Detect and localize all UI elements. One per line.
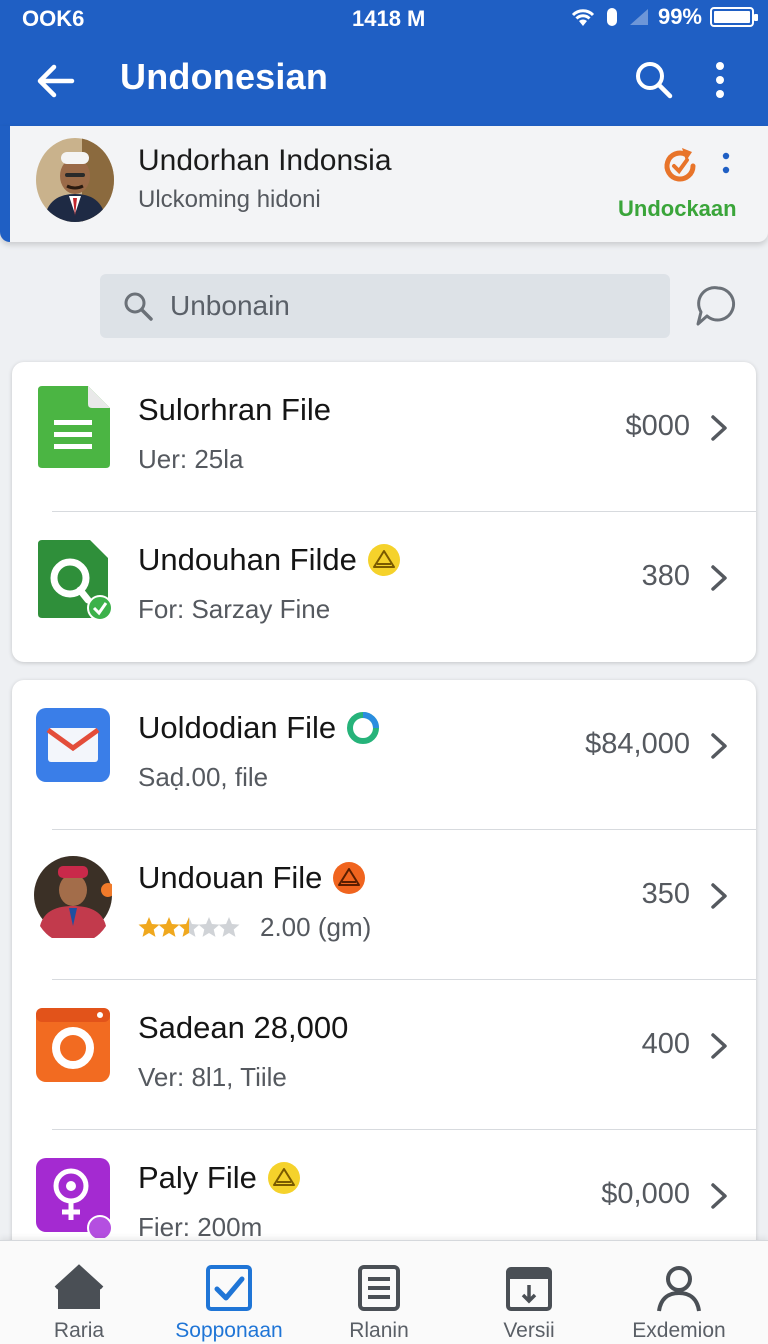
yellow-warning-badge-icon [267, 1162, 300, 1194]
item-subtitle: For: Sarzay Fine [138, 594, 331, 624]
item-title: Paly File [138, 1160, 301, 1196]
list-item[interactable]: Sulorhran File Uer: 25la $000 [12, 362, 756, 512]
vibrate-icon [606, 8, 617, 26]
list-item[interactable]: Uoldodian File Saḍ.00, file $84,000 [12, 680, 756, 830]
item-subtitle: Saḍ.00, file [138, 762, 269, 792]
mail-app-icon [36, 708, 110, 782]
item-subtitle: Ver: 8l1, Tiile [138, 1062, 287, 1092]
signal-icon [629, 9, 648, 25]
item-title: Uoldodian File [138, 710, 380, 746]
wifi-icon [571, 9, 595, 26]
yellow-warning-badge-icon [367, 544, 400, 576]
nav-item-sopponaan[interactable]: Sopponaan [154, 1241, 304, 1344]
green-ring-badge-icon [347, 712, 380, 744]
search-bar[interactable] [100, 274, 670, 338]
more-vertical-icon[interactable] [700, 56, 740, 104]
nav-label: Rlanin [349, 1319, 409, 1342]
chevron-right-icon [711, 415, 727, 441]
item-value: $0,000 [601, 1178, 690, 1210]
app-bar: Undonesian [0, 36, 768, 126]
item-title: Sulorhran File [138, 392, 331, 427]
battery-level [714, 11, 750, 23]
chat-bubble-icon[interactable] [692, 282, 740, 330]
home-icon [54, 1264, 104, 1309]
item-value: $000 [625, 410, 690, 442]
star-icon [158, 916, 180, 937]
profile-header[interactable]: Undorhan Indonsia Ulckoming hidoni Undoc… [0, 126, 768, 242]
nav-item-exdemion[interactable]: Exdemion [604, 1241, 754, 1344]
file-list-card: Uoldodian File Saḍ.00, file $84,000 Undo… [12, 680, 756, 1280]
purple-location-app-icon [36, 1158, 112, 1238]
item-value: 380 [641, 560, 690, 592]
nav-item-rlanin[interactable]: Rlanin [304, 1241, 454, 1344]
nav-label: Versii [503, 1319, 555, 1342]
chevron-right-icon [711, 1183, 727, 1209]
chevron-right-icon [711, 1033, 727, 1059]
bottom-navigation: Raria Sopponaan Rlanin Versii Exdemion [0, 1240, 768, 1344]
profile-status: Undockaan [618, 196, 737, 221]
item-value: 350 [641, 878, 690, 910]
calendar-download-icon [506, 1267, 552, 1311]
list-item[interactable]: Undouhan Filde For: Sarzay Fine 380 [12, 512, 756, 662]
nav-item-raria[interactable]: Raria [4, 1241, 154, 1344]
profile-subtitle: Ulckoming hidoni [138, 186, 321, 213]
search-icon[interactable] [630, 56, 678, 104]
sync-icon[interactable] [658, 144, 702, 188]
list-item[interactable]: Undouan File 2.00 (gm) 350 [12, 830, 756, 980]
person-avatar-icon [34, 856, 112, 938]
orange-record-app-icon [36, 1008, 110, 1082]
green-search-file-icon [38, 540, 112, 620]
star-icon [198, 916, 220, 937]
star-icon [218, 916, 240, 937]
page-title: Undonesian [120, 56, 329, 97]
nav-item-versii[interactable]: Versii [454, 1241, 604, 1344]
profile-avatar [36, 138, 114, 222]
profile-name: Undorhan Indonsia [138, 144, 392, 177]
status-bar: OOK6 1418 M 99% [0, 0, 768, 36]
list-item[interactable]: Sadean 28,000 Ver: 8l1, Tiile 400 [12, 980, 756, 1130]
battery-icon [710, 7, 758, 27]
person-icon [657, 1266, 701, 1312]
item-subtitle: Uer: 25la [138, 444, 244, 474]
green-sheet-file-icon [38, 386, 110, 468]
star-rating [138, 916, 240, 937]
file-list-card: Sulorhran File Uer: 25la $000 Undouhan F… [12, 362, 756, 662]
item-title: Undouan File [138, 860, 366, 896]
chevron-right-icon [711, 733, 727, 759]
arrow-left-icon[interactable] [30, 54, 84, 108]
item-title: Sadean 28,000 [138, 1010, 349, 1045]
more-vertical-icon[interactable] [716, 148, 736, 184]
checkbox-icon [206, 1265, 252, 1311]
carrier-text: OOK6 [22, 6, 85, 31]
battery-percent: 99% [657, 4, 702, 29]
clock: 1418 M [352, 6, 426, 31]
item-value: 400 [641, 1028, 690, 1060]
nav-label: Exdemion [632, 1319, 726, 1342]
star-icon [178, 916, 200, 937]
nav-label: Sopponaan [175, 1319, 283, 1342]
chevron-right-icon [711, 883, 727, 909]
orange-warning-badge-icon [333, 862, 366, 894]
item-subtitle: Fier: 200m [138, 1212, 263, 1242]
document-list-icon [358, 1265, 400, 1311]
item-value: $84,000 [585, 728, 690, 760]
search-icon [124, 292, 153, 321]
nav-label: Raria [53, 1319, 105, 1342]
item-subtitle: 2.00 (gm) [138, 912, 371, 943]
item-title: Undouhan Filde [138, 542, 401, 578]
status-icons: 99% [570, 4, 758, 30]
chevron-right-icon [711, 565, 727, 591]
star-icon [138, 916, 160, 937]
search-input[interactable] [170, 274, 650, 338]
